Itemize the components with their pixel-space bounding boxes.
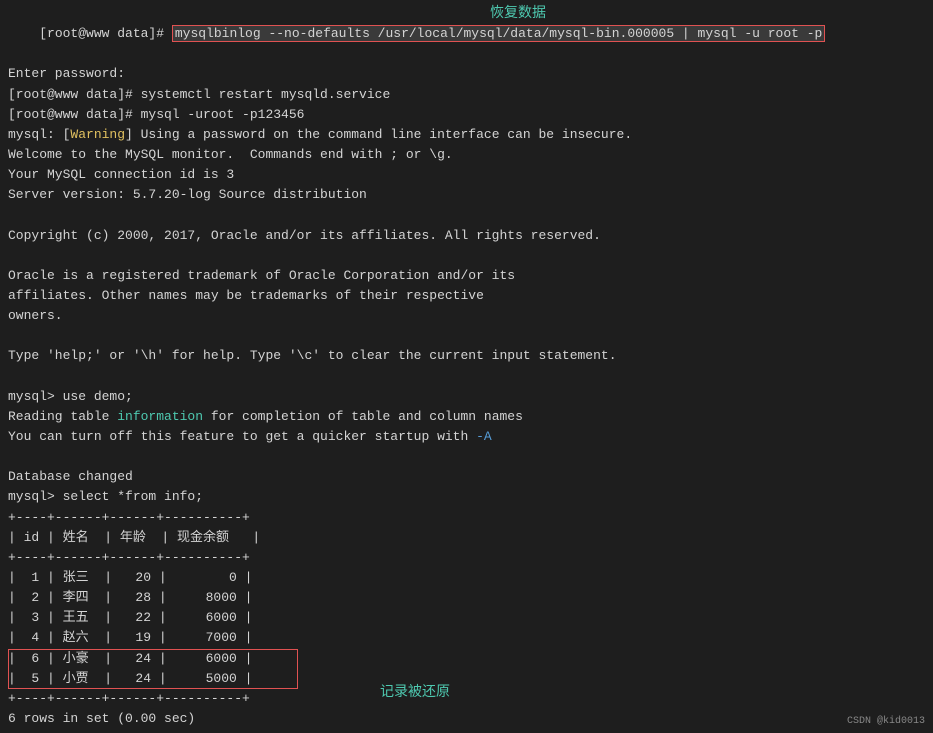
table-row-2: | 2 | 李四 | 28 | 8000 | <box>8 588 925 608</box>
line-16: You can turn off this feature to get a q… <box>8 427 925 447</box>
line-13: Type 'help;' or '\h' for help. Type '\c'… <box>8 346 925 366</box>
line-2: Enter password: <box>8 64 925 84</box>
table-section: +----+------+------+----------+ | id | 姓… <box>8 508 925 730</box>
line-blank-4 <box>8 367 925 387</box>
line-7: Your MySQL connection id is 3 <box>8 165 925 185</box>
table-divider-header: +----+------+------+----------+ <box>8 548 925 568</box>
line-blank-1 <box>8 205 925 225</box>
table-divider-bottom: +----+------+------+----------+ <box>8 689 925 709</box>
table-row-1: | 1 | 张三 | 20 | 0 | <box>8 568 925 588</box>
table-row-5: | 5 | 小贾 | 24 | 5000 | <box>8 669 925 689</box>
table-row-4: | 4 | 赵六 | 19 | 7000 | <box>8 628 925 648</box>
table-divider-top: +----+------+------+----------+ <box>8 508 925 528</box>
table-header: | id | 姓名 | 年龄 | 现金余额 | <box>8 528 925 548</box>
line-4: [root@www data]# mysql -uroot -p123456 <box>8 105 925 125</box>
line-14: mysql> use demo; <box>8 387 925 407</box>
line-5: mysql: [Warning] Using a password on the… <box>8 125 925 145</box>
line-6: Welcome to the MySQL monitor. Commands e… <box>8 145 925 165</box>
watermark: CSDN @kid0013 <box>847 716 925 727</box>
line-blank-5 <box>8 447 925 467</box>
highlighted-rows-container: | 6 | 小豪 | 24 | 6000 | | 5 | 小贾 | 24 | 5… <box>8 649 925 689</box>
prompt-1: [root@www data]# <box>39 26 172 41</box>
annotation-huifu: 恢复数据 <box>490 2 546 22</box>
line-blank-2 <box>8 246 925 266</box>
line-10: Oracle is a registered trademark of Orac… <box>8 266 925 286</box>
cmd-highlighted: mysqlbinlog --no-defaults /usr/local/mys… <box>172 25 826 42</box>
line-9: Copyright (c) 2000, 2017, Oracle and/or … <box>8 226 925 246</box>
line-18: mysql> select *from info; <box>8 487 925 507</box>
table-rowcount: 6 rows in set (0.00 sec) <box>8 709 925 729</box>
table-row-6: | 6 | 小豪 | 24 | 6000 | <box>8 649 925 669</box>
line-12: owners. <box>8 306 925 326</box>
line-3: [root@www data]# systemctl restart mysql… <box>8 85 925 105</box>
table-row-3: | 3 | 王五 | 22 | 6000 | <box>8 608 925 628</box>
line-8: Server version: 5.7.20-log Source distri… <box>8 185 925 205</box>
line-11: affiliates. Other names may be trademark… <box>8 286 925 306</box>
line-17: Database changed <box>8 467 925 487</box>
line-15: Reading table information for completion… <box>8 407 925 427</box>
line-blank-3 <box>8 326 925 346</box>
annotation-jilu: 记录被还原 <box>380 681 450 701</box>
line-1: [root@www data]# mysqlbinlog --no-defaul… <box>8 4 925 64</box>
terminal: [root@www data]# mysqlbinlog --no-defaul… <box>0 0 933 733</box>
